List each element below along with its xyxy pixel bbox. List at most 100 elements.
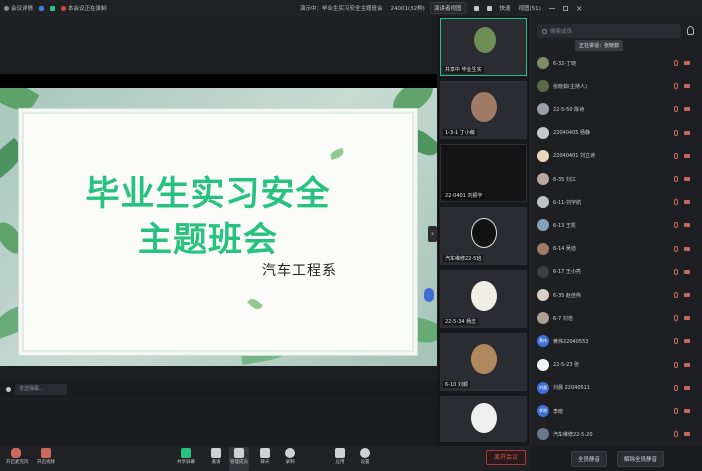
signal-icon <box>50 5 56 11</box>
participant-row[interactable]: 6-35 刘江 <box>531 170 702 188</box>
participant-row[interactable]: 李晓 李晓 <box>531 402 702 420</box>
meeting-info-button[interactable]: 会议详情 <box>4 4 33 12</box>
mic-off-icon[interactable] <box>674 408 680 414</box>
unmute-all-button[interactable]: 解除全员静音 <box>617 450 665 467</box>
participant-row[interactable]: 6-13 王凯 <box>531 216 702 234</box>
maximize-icon[interactable] <box>562 5 568 11</box>
mic-off-icon[interactable] <box>674 176 680 182</box>
fullscreen-icon[interactable] <box>486 5 492 11</box>
mic-button[interactable]: 开启麦克风 <box>6 447 29 471</box>
mic-off-icon[interactable] <box>674 152 680 159</box>
search-input[interactable]: 搜索成员 <box>537 24 681 38</box>
speed-label[interactable]: 快速 <box>500 4 511 12</box>
camera-off-icon[interactable] <box>684 176 691 182</box>
mic-off-icon[interactable] <box>674 431 680 438</box>
camera-off-icon[interactable] <box>684 408 691 414</box>
participant-row[interactable]: 6-17 王小亮 <box>531 263 702 281</box>
leave-meeting-button[interactable]: 离开会议 <box>486 450 526 465</box>
mic-off-icon[interactable] <box>674 338 680 345</box>
mic-off-icon[interactable] <box>674 129 680 136</box>
participant-row[interactable]: 6-14 吴迪 <box>531 240 702 258</box>
collapse-videos-button[interactable]: › <box>428 226 437 242</box>
participant-row[interactable]: 6-35 赵佳伟 <box>531 286 702 304</box>
mic-off-icon[interactable] <box>674 384 680 391</box>
smile-icon[interactable] <box>6 386 11 392</box>
participant-row[interactable]: 黄伟 黄伟22040553 <box>531 332 702 350</box>
split-icon[interactable] <box>473 5 479 11</box>
avatar <box>537 196 549 209</box>
danmaku-input[interactable]: 发送弹幕... <box>15 383 67 395</box>
apps-button[interactable]: 应用 <box>330 447 350 471</box>
camera-off-icon[interactable] <box>684 130 691 136</box>
participant-row[interactable]: 6-32-丁晓 <box>531 54 702 72</box>
camera-button[interactable]: 开启视频 <box>36 447 56 471</box>
video-tile[interactable]: 22-0401 刘振宇 <box>440 144 527 202</box>
camera-off-icon[interactable] <box>684 315 691 321</box>
participant-row[interactable]: 22040401 刘立诗 <box>531 147 702 165</box>
mic-off-icon[interactable] <box>674 315 680 322</box>
view-count-label[interactable]: 视图(51) <box>519 4 541 12</box>
floating-assist-icon[interactable] <box>424 288 434 302</box>
record-button[interactable]: 录制 <box>280 447 300 471</box>
mic-off-icon[interactable] <box>674 83 680 90</box>
camera-off-icon[interactable] <box>684 83 691 89</box>
video-tile[interactable]: 22-5-34 杨志 <box>440 270 527 328</box>
participant-row[interactable]: 刘晨 刘晨 22040511 <box>531 379 702 397</box>
camera-off-icon[interactable] <box>684 222 691 228</box>
camera-off-icon[interactable] <box>684 269 691 275</box>
camera-off-icon[interactable] <box>684 362 691 368</box>
video-tile[interactable]: 汽车维修22-5班 <box>440 207 527 265</box>
sharing-status: 演示中：毕业生实习安全主题班会 <box>300 6 383 12</box>
camera-off-icon[interactable] <box>684 292 691 298</box>
layout-view-button[interactable]: 演讲者视图 <box>430 2 466 14</box>
avatar <box>471 92 497 122</box>
participant-row[interactable]: 22-5-50 陈诗 <box>531 100 702 118</box>
video-tile[interactable]: 6-10 刘顺 <box>440 333 527 391</box>
camera-off-icon[interactable] <box>684 106 691 112</box>
share-screen-button[interactable]: 共享屏幕 <box>176 447 196 471</box>
invite-button[interactable]: 邀请 <box>206 447 226 471</box>
camera-off-icon[interactable] <box>684 338 691 344</box>
camera-off-icon[interactable] <box>684 431 691 437</box>
participant-row[interactable]: 6-7 刘浩 <box>531 309 702 327</box>
meeting-id[interactable]: 24001(32种) <box>391 4 425 12</box>
video-tile[interactable]: 共享中 毕业生实 <box>440 18 527 76</box>
participant-row[interactable]: 22040405 杨静 <box>531 124 702 142</box>
recording-indicator[interactable]: 本会议正在录制 <box>61 4 107 12</box>
avatar <box>471 218 497 248</box>
mic-off-icon[interactable] <box>674 268 680 275</box>
camera-off-icon[interactable] <box>684 246 691 252</box>
mic-off-icon[interactable] <box>674 245 680 252</box>
camera-off-icon[interactable] <box>684 60 691 66</box>
chat-button[interactable]: 聊天 <box>255 447 275 471</box>
mic-off-icon[interactable] <box>674 106 680 113</box>
add-user-icon[interactable] <box>687 26 694 35</box>
manage-members-button[interactable]: 管理成员 <box>229 447 249 471</box>
mic-off-icon[interactable] <box>674 292 680 298</box>
camera-off-icon[interactable] <box>684 199 691 205</box>
video-tile-name: 1-3-1 丁小萌 <box>443 129 477 136</box>
participant-name: 6-35 赵佳伟 <box>553 292 581 299</box>
video-tile[interactable] <box>440 396 527 442</box>
info-icon <box>4 5 9 11</box>
camera-off-icon[interactable] <box>684 153 691 159</box>
participant-row[interactable]: 张晓茹(主持人) <box>531 77 702 95</box>
camera-off-icon[interactable] <box>684 385 691 391</box>
participant-row[interactable]: 22-5-23 张 <box>531 356 702 374</box>
video-tile[interactable]: 1-3-1 丁小萌 <box>440 81 527 139</box>
mic-off-icon[interactable] <box>674 222 680 229</box>
minimize-icon[interactable] <box>548 7 555 9</box>
settings-button[interactable]: 设置 <box>355 447 375 471</box>
avatar <box>537 80 549 93</box>
mic-off-icon[interactable] <box>674 60 680 66</box>
mic-off-icon[interactable] <box>674 199 680 206</box>
mute-all-button[interactable]: 全员静音 <box>571 450 608 467</box>
mic-off-icon[interactable] <box>674 361 680 368</box>
share-screen-label: 共享屏幕 <box>177 460 195 465</box>
share-screen-icon <box>181 448 191 458</box>
participant-row[interactable]: 6-11-刘宇航 <box>531 193 702 211</box>
avatar <box>537 103 549 116</box>
close-icon[interactable]: × <box>576 4 583 13</box>
camera-off-icon <box>41 448 51 458</box>
participant-row[interactable]: 汽车维修22-5-20 <box>531 425 702 443</box>
